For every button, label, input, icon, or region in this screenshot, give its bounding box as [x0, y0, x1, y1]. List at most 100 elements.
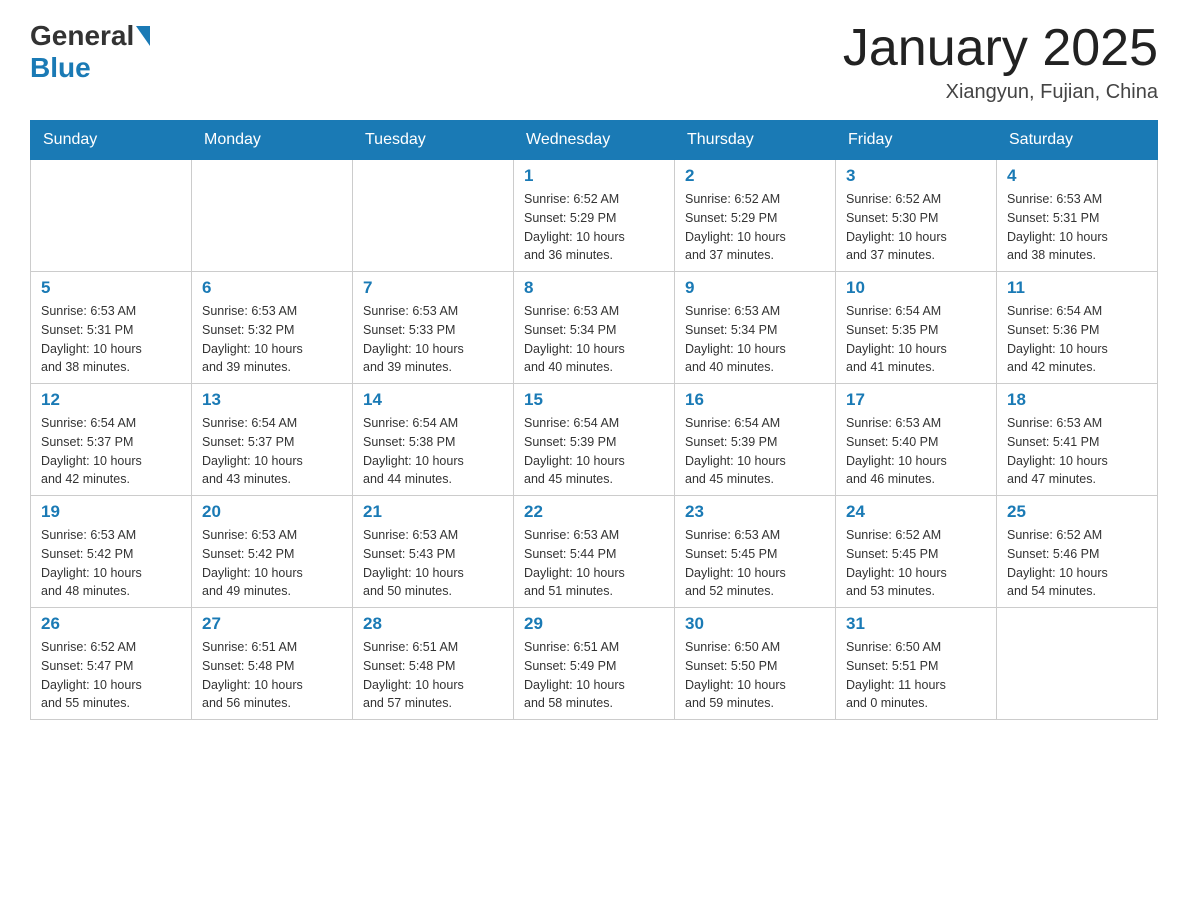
calendar-header-saturday: Saturday — [997, 121, 1158, 160]
day-number: 30 — [685, 614, 825, 634]
day-number: 3 — [846, 166, 986, 186]
day-info: Sunrise: 6:54 AM Sunset: 5:37 PM Dayligh… — [202, 414, 342, 489]
calendar-table: SundayMondayTuesdayWednesdayThursdayFrid… — [30, 120, 1158, 720]
day-info: Sunrise: 6:53 AM Sunset: 5:40 PM Dayligh… — [846, 414, 986, 489]
calendar-header-sunday: Sunday — [31, 121, 192, 160]
day-number: 24 — [846, 502, 986, 522]
day-number: 20 — [202, 502, 342, 522]
day-number: 2 — [685, 166, 825, 186]
calendar-header-monday: Monday — [192, 121, 353, 160]
day-number: 4 — [1007, 166, 1147, 186]
calendar-cell: 20 Sunrise: 6:53 AM Sunset: 5:42 PM Dayli… — [192, 496, 353, 608]
day-info: Sunrise: 6:54 AM Sunset: 5:35 PM Dayligh… — [846, 302, 986, 377]
day-info: Sunrise: 6:54 AM Sunset: 5:39 PM Dayligh… — [685, 414, 825, 489]
day-info: Sunrise: 6:52 AM Sunset: 5:29 PM Dayligh… — [524, 190, 664, 265]
day-number: 16 — [685, 390, 825, 410]
day-number: 6 — [202, 278, 342, 298]
calendar-week-3: 12 Sunrise: 6:54 AM Sunset: 5:37 PM Dayli… — [31, 384, 1158, 496]
calendar-cell: 11 Sunrise: 6:54 AM Sunset: 5:36 PM Dayli… — [997, 272, 1158, 384]
calendar-cell — [353, 160, 514, 272]
calendar-cell: 14Sunrise: 6:54 AM Sunset: 5:38 PM Dayli… — [353, 384, 514, 496]
logo-triangle-icon — [136, 26, 150, 46]
day-info: Sunrise: 6:53 AM Sunset: 5:31 PM Dayligh… — [41, 302, 181, 377]
day-number: 14 — [363, 390, 503, 410]
day-number: 11 — [1007, 278, 1147, 298]
day-number: 15 — [524, 390, 664, 410]
calendar-cell: 25Sunrise: 6:52 AM Sunset: 5:46 PM Dayli… — [997, 496, 1158, 608]
day-info: Sunrise: 6:54 AM Sunset: 5:39 PM Dayligh… — [524, 414, 664, 489]
day-info: Sunrise: 6:53 AM Sunset: 5:44 PM Dayligh… — [524, 526, 664, 601]
day-info: Sunrise: 6:52 AM Sunset: 5:46 PM Dayligh… — [1007, 526, 1147, 601]
calendar-cell: 8Sunrise: 6:53 AM Sunset: 5:34 PM Daylig… — [514, 272, 675, 384]
day-info: Sunrise: 6:53 AM Sunset: 5:43 PM Dayligh… — [363, 526, 503, 601]
month-title: January 2025 — [843, 20, 1158, 77]
day-number: 22 — [524, 502, 664, 522]
calendar-header-row: SundayMondayTuesdayWednesdayThursdayFrid… — [31, 121, 1158, 160]
calendar-week-5: 26 Sunrise: 6:52 AM Sunset: 5:47 PM Dayli… — [31, 608, 1158, 720]
calendar-cell — [997, 608, 1158, 720]
day-info: Sunrise: 6:52 AM Sunset: 5:45 PM Dayligh… — [846, 526, 986, 601]
calendar-cell: 9 Sunrise: 6:53 AM Sunset: 5:34 PM Daylig… — [675, 272, 836, 384]
calendar-cell: 24 Sunrise: 6:52 AM Sunset: 5:45 PM Dayli… — [836, 496, 997, 608]
day-number: 29 — [524, 614, 664, 634]
day-number: 12 — [41, 390, 181, 410]
calendar-cell: 10Sunrise: 6:54 AM Sunset: 5:35 PM Dayli… — [836, 272, 997, 384]
day-info: Sunrise: 6:53 AM Sunset: 5:42 PM Dayligh… — [202, 526, 342, 601]
calendar-header-friday: Friday — [836, 121, 997, 160]
day-info: Sunrise: 6:54 AM Sunset: 5:36 PM Dayligh… — [1007, 302, 1147, 377]
calendar-cell: 7 Sunrise: 6:53 AM Sunset: 5:33 PM Daylig… — [353, 272, 514, 384]
day-number: 23 — [685, 502, 825, 522]
calendar-cell: 6 Sunrise: 6:53 AM Sunset: 5:32 PM Daylig… — [192, 272, 353, 384]
day-number: 19 — [41, 502, 181, 522]
location: Xiangyun, Fujian, China — [843, 81, 1158, 104]
day-info: Sunrise: 6:53 AM Sunset: 5:41 PM Dayligh… — [1007, 414, 1147, 489]
calendar-cell: 12 Sunrise: 6:54 AM Sunset: 5:37 PM Dayli… — [31, 384, 192, 496]
day-info: Sunrise: 6:53 AM Sunset: 5:42 PM Dayligh… — [41, 526, 181, 601]
day-info: Sunrise: 6:53 AM Sunset: 5:33 PM Dayligh… — [363, 302, 503, 377]
day-info: Sunrise: 6:51 AM Sunset: 5:48 PM Dayligh… — [363, 638, 503, 713]
day-number: 17 — [846, 390, 986, 410]
calendar-cell: 17 Sunrise: 6:53 AM Sunset: 5:40 PM Dayli… — [836, 384, 997, 496]
calendar-cell: 15 Sunrise: 6:54 AM Sunset: 5:39 PM Dayli… — [514, 384, 675, 496]
calendar-week-2: 5 Sunrise: 6:53 AM Sunset: 5:31 PM Daylig… — [31, 272, 1158, 384]
calendar-cell: 31Sunrise: 6:50 AM Sunset: 5:51 PM Dayli… — [836, 608, 997, 720]
day-number: 13 — [202, 390, 342, 410]
day-info: Sunrise: 6:53 AM Sunset: 5:34 PM Dayligh… — [524, 302, 664, 377]
day-number: 9 — [685, 278, 825, 298]
calendar-cell — [192, 160, 353, 272]
calendar-cell: 29Sunrise: 6:51 AM Sunset: 5:49 PM Dayli… — [514, 608, 675, 720]
day-info: Sunrise: 6:53 AM Sunset: 5:34 PM Dayligh… — [685, 302, 825, 377]
day-info: Sunrise: 6:53 AM Sunset: 5:45 PM Dayligh… — [685, 526, 825, 601]
calendar-cell: 16 Sunrise: 6:54 AM Sunset: 5:39 PM Dayli… — [675, 384, 836, 496]
logo: General Blue — [30, 20, 152, 84]
day-info: Sunrise: 6:52 AM Sunset: 5:29 PM Dayligh… — [685, 190, 825, 265]
calendar-cell: 23 Sunrise: 6:53 AM Sunset: 5:45 PM Dayli… — [675, 496, 836, 608]
calendar-cell: 18Sunrise: 6:53 AM Sunset: 5:41 PM Dayli… — [997, 384, 1158, 496]
calendar-cell: 28 Sunrise: 6:51 AM Sunset: 5:48 PM Dayli… — [353, 608, 514, 720]
calendar-week-1: 1Sunrise: 6:52 AM Sunset: 5:29 PM Daylig… — [31, 160, 1158, 272]
calendar-cell: 21 Sunrise: 6:53 AM Sunset: 5:43 PM Dayli… — [353, 496, 514, 608]
calendar-cell: 26 Sunrise: 6:52 AM Sunset: 5:47 PM Dayli… — [31, 608, 192, 720]
calendar-cell: 27Sunrise: 6:51 AM Sunset: 5:48 PM Dayli… — [192, 608, 353, 720]
day-info: Sunrise: 6:54 AM Sunset: 5:37 PM Dayligh… — [41, 414, 181, 489]
calendar-cell: 1Sunrise: 6:52 AM Sunset: 5:29 PM Daylig… — [514, 160, 675, 272]
calendar-cell — [31, 160, 192, 272]
calendar-cell: 3 Sunrise: 6:52 AM Sunset: 5:30 PM Daylig… — [836, 160, 997, 272]
page-header: General Blue January 2025 Xiangyun, Fuji… — [30, 20, 1158, 104]
day-number: 7 — [363, 278, 503, 298]
day-info: Sunrise: 6:50 AM Sunset: 5:50 PM Dayligh… — [685, 638, 825, 713]
day-info: Sunrise: 6:51 AM Sunset: 5:48 PM Dayligh… — [202, 638, 342, 713]
calendar-cell: 2 Sunrise: 6:52 AM Sunset: 5:29 PM Daylig… — [675, 160, 836, 272]
day-number: 5 — [41, 278, 181, 298]
day-info: Sunrise: 6:52 AM Sunset: 5:30 PM Dayligh… — [846, 190, 986, 265]
day-number: 26 — [41, 614, 181, 634]
day-number: 28 — [363, 614, 503, 634]
day-info: Sunrise: 6:52 AM Sunset: 5:47 PM Dayligh… — [41, 638, 181, 713]
calendar-header-thursday: Thursday — [675, 121, 836, 160]
day-info: Sunrise: 6:53 AM Sunset: 5:32 PM Dayligh… — [202, 302, 342, 377]
calendar-header-tuesday: Tuesday — [353, 121, 514, 160]
calendar-cell: 22 Sunrise: 6:53 AM Sunset: 5:44 PM Dayli… — [514, 496, 675, 608]
day-number: 21 — [363, 502, 503, 522]
calendar-cell: 13 Sunrise: 6:54 AM Sunset: 5:37 PM Dayli… — [192, 384, 353, 496]
logo-blue-text: Blue — [30, 52, 91, 84]
